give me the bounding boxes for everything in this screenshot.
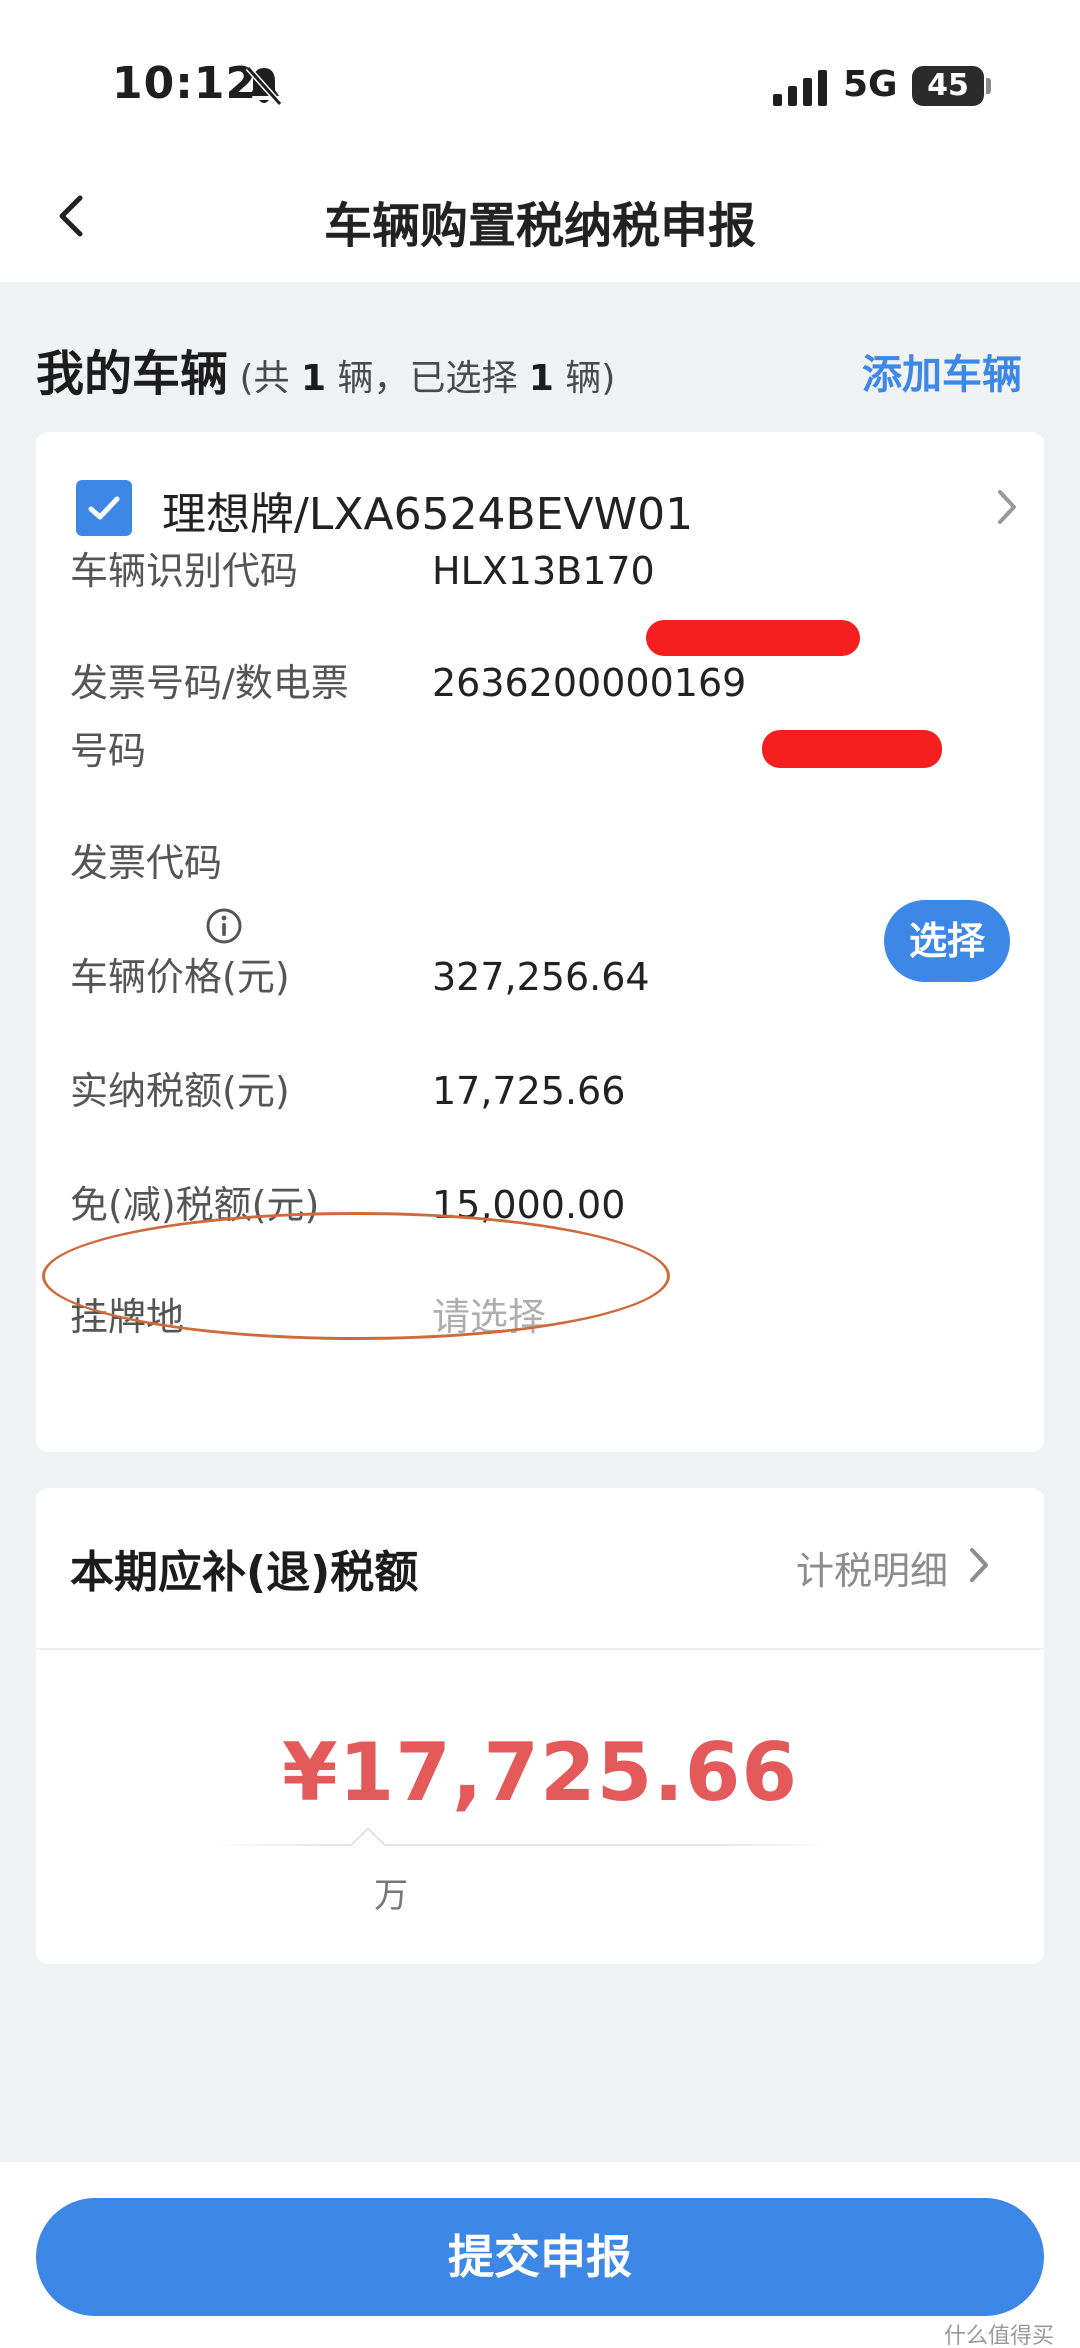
invoice-number-label: 发票号码/数电票 [70, 661, 349, 705]
chevron-right-icon[interactable] [966, 1544, 992, 1586]
chevron-right-icon[interactable] [992, 484, 1022, 530]
battery-icon: 45 [912, 66, 984, 106]
vehicle-price-label: 车辆价格(元) [70, 955, 290, 999]
total-count: 1 [300, 358, 327, 399]
vehicle-price-value: 327,256.64 [432, 955, 650, 999]
status-time: 10:12 [112, 58, 258, 109]
tax-detail-link[interactable]: 计税明细 [796, 1540, 948, 1595]
network-type: 5G [843, 64, 898, 105]
check-icon [88, 496, 120, 520]
unit-indicator-line [212, 1844, 832, 1846]
bell-muted-icon [245, 66, 283, 106]
my-vehicles-header: 我的车辆 (共 1 辆，已选择 1 辆) 添加车辆 [36, 334, 1036, 404]
annotation-ellipse [42, 1212, 670, 1340]
invoice-redaction [762, 730, 942, 768]
signal-icon [773, 70, 827, 106]
bottom-bar: 提交申报 [0, 2162, 1080, 2348]
tax-paid-label: 实纳税额(元) [70, 1069, 290, 1113]
selected-count: 1 [528, 358, 554, 399]
info-icon[interactable] [204, 906, 244, 946]
screen: 10:12 5G 45 车辆购置税纳税申报 我的车辆 (共 1 辆，已选择 1 … [0, 0, 1080, 2348]
watermark: 什么值得买 [944, 2324, 1055, 2348]
submit-button[interactable]: 提交申报 [36, 2198, 1044, 2316]
section-title: 我的车辆 [36, 346, 229, 402]
tax-paid-value: 17,725.66 [432, 1069, 626, 1113]
vehicle-name[interactable]: 理想牌/LXA6524BEVW01 [162, 478, 693, 542]
invoice-code-label: 发票代码 [70, 841, 223, 885]
tax-due-amount: ¥17,725.66 [281, 1726, 799, 1819]
vehicle-checkbox[interactable] [76, 480, 132, 536]
vin-value: HLX13B170 [432, 549, 655, 593]
invoice-number-label-line2: 号码 [70, 729, 147, 773]
nav-bar: 车辆购置税纳税申报 [0, 160, 1080, 282]
vin-label: 车辆识别代码 [70, 549, 299, 593]
status-bar: 10:12 5G 45 [0, 0, 1080, 160]
battery-tip [986, 78, 991, 94]
unit-label: 万 [374, 1876, 408, 1916]
add-vehicle-link[interactable]: 添加车辆 [862, 342, 1022, 400]
invoice-number-value: 2636200000169 [432, 661, 747, 705]
tax-due-title: 本期应补(退)税额 [70, 1547, 419, 1598]
tax-due-card: 本期应补(退)税额 计税明细 ¥17,725.66 万 [36, 1488, 1044, 1964]
section-subtitle: (共 1 辆，已选择 1 辆) [228, 358, 616, 399]
select-registration-button[interactable]: 选择 [884, 900, 1010, 982]
unit-pointer [351, 1827, 385, 1861]
divider [36, 1648, 1044, 1650]
page-title: 车辆购置税纳税申报 [323, 198, 756, 254]
